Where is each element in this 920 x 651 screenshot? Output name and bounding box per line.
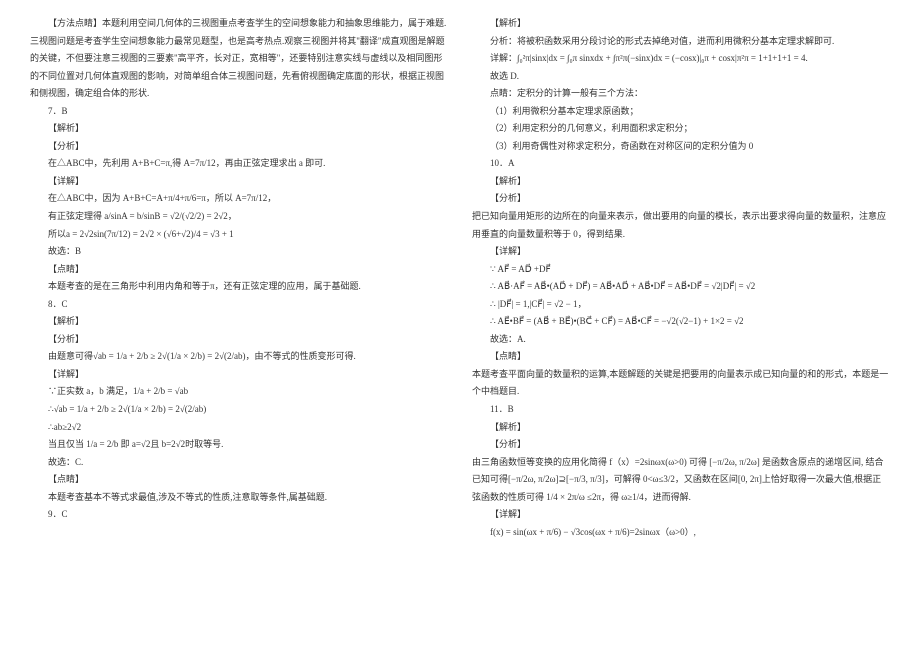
q10-step2: ∴ AB⃗·AF⃗ = AB⃗•(AD⃗ + DF⃗) = AB⃗•AD⃗ + … (472, 278, 890, 296)
q8-step3: ∴ab≥2√2 (30, 419, 448, 437)
q7-step2: 有正弦定理得 a/sinA = b/sinB = √2/(√2/2) = 2√2… (30, 208, 448, 226)
q7-analysis-label: 【分析】 (30, 138, 448, 156)
q7-section-label: 【解析】 (30, 120, 448, 138)
q7-answer: 7．B (30, 103, 448, 121)
q7-analysis: 在△ABC中，先利用 A+B+C=π,得 A=7π/12，再由正弦定理求出 a … (30, 155, 448, 173)
q10-step4: ∴ AE⃗•BF⃗ = (AB⃗ + BE⃗)•(BC⃗ + CF⃗) = AB… (472, 313, 890, 331)
q10-detail-label: 【详解】 (472, 243, 890, 261)
q8-analysis: 由题意可得√ab = 1/a + 2/b ≥ 2√(1/a × 2/b) = 2… (30, 348, 448, 366)
q10-hint-label: 【点睛】 (472, 348, 890, 366)
q7-conclusion: 故选：B (30, 243, 448, 261)
q8-analysis-label: 【分析】 (30, 331, 448, 349)
q9-analysis: 分析：将被积函数采用分段讨论的形式去掉绝对值，进而利用微积分基本定理求解即可. (472, 33, 890, 51)
q11-answer: 11．B (472, 401, 890, 419)
q7-detail-label: 【详解】 (30, 173, 448, 191)
q9-section-label: 【解析】 (472, 15, 890, 33)
q8-hint-label: 【点睛】 (30, 471, 448, 489)
q8-step2: ∴√ab = 1/a + 2/b ≥ 2√(1/a × 2/b) = 2√(2/… (30, 401, 448, 419)
q10-step3: ∴ |DF⃗| = 1,|CF⃗| = √2 − 1， (472, 296, 890, 314)
q7-step1: 在△ABC中，因为 A+B+C=A+π/4+π/6=π，所以 A=7π/12， (30, 190, 448, 208)
q10-hint: 本题考查平面向量的数量积的运算,本题解题的关键是把要用的向量表示成已知向量的和的… (472, 366, 890, 401)
q10-analysis-label: 【分析】 (472, 190, 890, 208)
q8-hint: 本题考查基本不等式求最值,涉及不等式的性质,注意取等条件,属基础题. (30, 489, 448, 507)
q7-hint-label: 【点睛】 (30, 261, 448, 279)
q8-conclusion: 故选：C. (30, 454, 448, 472)
q9-method1: （1）利用微积分基本定理求原函数； (472, 103, 890, 121)
q8-detail-label: 【详解】 (30, 366, 448, 384)
q10-section-label: 【解析】 (472, 173, 890, 191)
q8-step1: ∵正实数 a，b 满足，1/a + 2/b = √ab (30, 383, 448, 401)
q11-section-label: 【解析】 (472, 419, 890, 437)
q8-section-label: 【解析】 (30, 313, 448, 331)
q9-method2: （2）利用定积分的几何意义，利用面积求定积分； (472, 120, 890, 138)
q11-detail: f(x) = sin(ωx + π/6) − √3cos(ωx + π/6)=2… (472, 524, 890, 542)
q9-method3: （3）利用奇偶性对称求定积分，奇函数在对称区间的定积分值为 0 (472, 138, 890, 156)
q9-detail: 详解：∫₀²π|sinx|dx = ∫₀π sinxdx + ∫π²π(−sin… (472, 50, 890, 68)
q10-analysis: 把已知向量用矩形的边所在的向量来表示，做出要用的向量的模长，表示出要求得向量的数… (472, 208, 890, 243)
q7-step3: 所以a = 2√2sin(7π/12) = 2√2 × (√6+√2)/4 = … (30, 226, 448, 244)
q10-step1: ∵ AF⃗ = AD⃗ +DF⃗ (472, 261, 890, 279)
method-hint: 【方法点睛】本题利用空间几何体的三视图重点考查学生的空间想象能力和抽象思维能力，… (30, 15, 448, 103)
right-column: 【解析】 分析：将被积函数采用分段讨论的形式去掉绝对值，进而利用微积分基本定理求… (460, 15, 890, 636)
q8-answer: 8．C (30, 296, 448, 314)
q11-detail-label: 【详解】 (472, 506, 890, 524)
q9-hint-label: 点睛：定积分的计算一般有三个方法： (472, 85, 890, 103)
left-column: 【方法点睛】本题利用空间几何体的三视图重点考查学生的空间想象能力和抽象思维能力，… (30, 15, 460, 636)
q8-step4: 当且仅当 1/a = 2/b 即 a=√2且 b=2√2时取等号. (30, 436, 448, 454)
q10-answer: 10．A (472, 155, 890, 173)
q10-conclusion: 故选：A. (472, 331, 890, 349)
q9-answer: 9．C (30, 506, 448, 524)
q7-hint: 本题考查的是在三角形中利用内角和等于π，还有正弦定理的应用，属于基础题. (30, 278, 448, 296)
q11-analysis-label: 【分析】 (472, 436, 890, 454)
q9-conclusion: 故选 D. (472, 68, 890, 86)
q11-analysis: 由三角函数恒等变换的应用化简得 f（x）=2sinωx(ω>0) 可得 [−π/… (472, 454, 890, 507)
